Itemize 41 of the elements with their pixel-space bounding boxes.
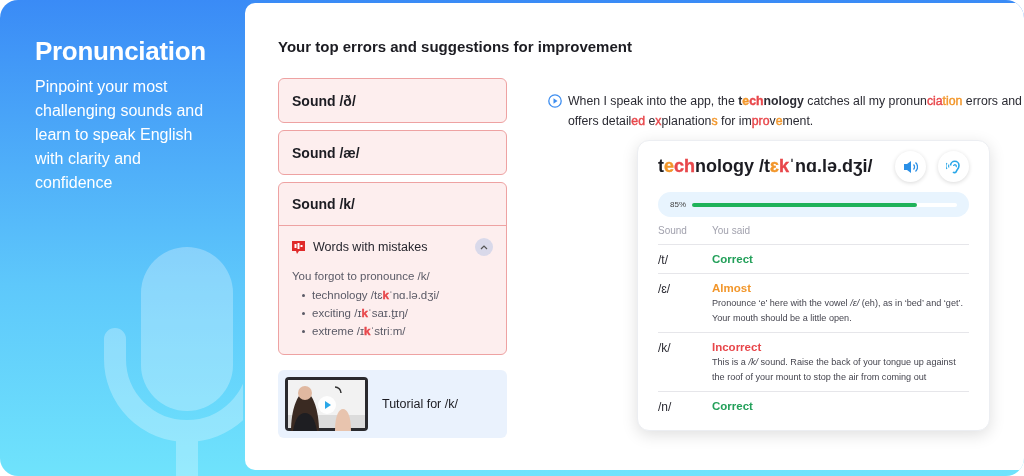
bullet-icon [302,329,305,333]
mistakes-title: Words with mistakes [313,240,429,254]
column-header: Sound [658,225,688,236]
speaker-button[interactable] [895,151,926,182]
sound-cell-text: /k/ [658,341,672,355]
mistake-word: exciting /ɪkˈsaɪ.t̬ɪŋ/ [312,306,409,321]
ear-icon [945,158,962,175]
hint-text: You forgot to pronounce /k/ [292,270,431,282]
score-reading: 85% [670,200,686,209]
sound-accordion[interactable]: Sound /k/ [279,183,506,226]
play-icon[interactable] [318,396,336,414]
listen-button[interactable] [938,151,969,182]
result-label: Correct [712,253,754,265]
speech-bubble-icon [292,240,305,254]
tutorial-card[interactable]: Tutorial for /k/ [278,370,507,438]
explanation-text: Pronounce ‘e’ here with the vowel /ɛ/ (eh), as in ‘bed’ and ‘get’. Your mouth should be a little open. [712,297,965,325]
panel-description: Pinpoint your most challenging sounds and learn to speak English with clarity and confidence [35,77,205,193]
example-sentence: When I speak into the app, the technology catches all my pronunciation errors and offers detailed explanations for improvement. [568,93,1023,130]
speaker-icon [903,159,918,174]
sound-accordion[interactable]: Sound /ð/ [278,78,507,123]
sound-accordion[interactable]: Sound /æ/ [278,130,507,175]
collapse-button[interactable] [475,238,493,256]
mistake-word: extreme /ɪkˈstriːm/ [312,324,406,339]
bullet-icon [302,293,305,297]
explanation-text: This is a /k/ sound. Raise the back of your tongue up against the roof of your mount to stop the air from coming out [712,356,957,384]
tutorial-label: Tutorial for /k/ [382,397,458,411]
result-label: Almost [712,282,752,294]
word-title: technology /tɛkˈnɑ.lə.dʒi/ [658,156,874,177]
sound-cell-text: /t/ [658,253,669,267]
sound-cell-text: /ɛ/ [658,282,672,296]
result-label: Correct [712,400,754,412]
mistake-word: technology /tɛkˈnɑ.lə.dʒi/ [312,288,440,303]
sound-cell-text: /n/ [658,400,673,414]
bullet-icon [302,311,305,315]
play-icon[interactable] [548,94,562,108]
column-header: You said [712,225,751,236]
result-label: Incorrect [712,341,763,353]
chevron-up-icon [480,244,488,250]
panel-title: Pronunciation [35,36,207,67]
microphone-icon [103,245,243,476]
section-heading: Your top errors and suggestions for improvement [278,38,633,55]
